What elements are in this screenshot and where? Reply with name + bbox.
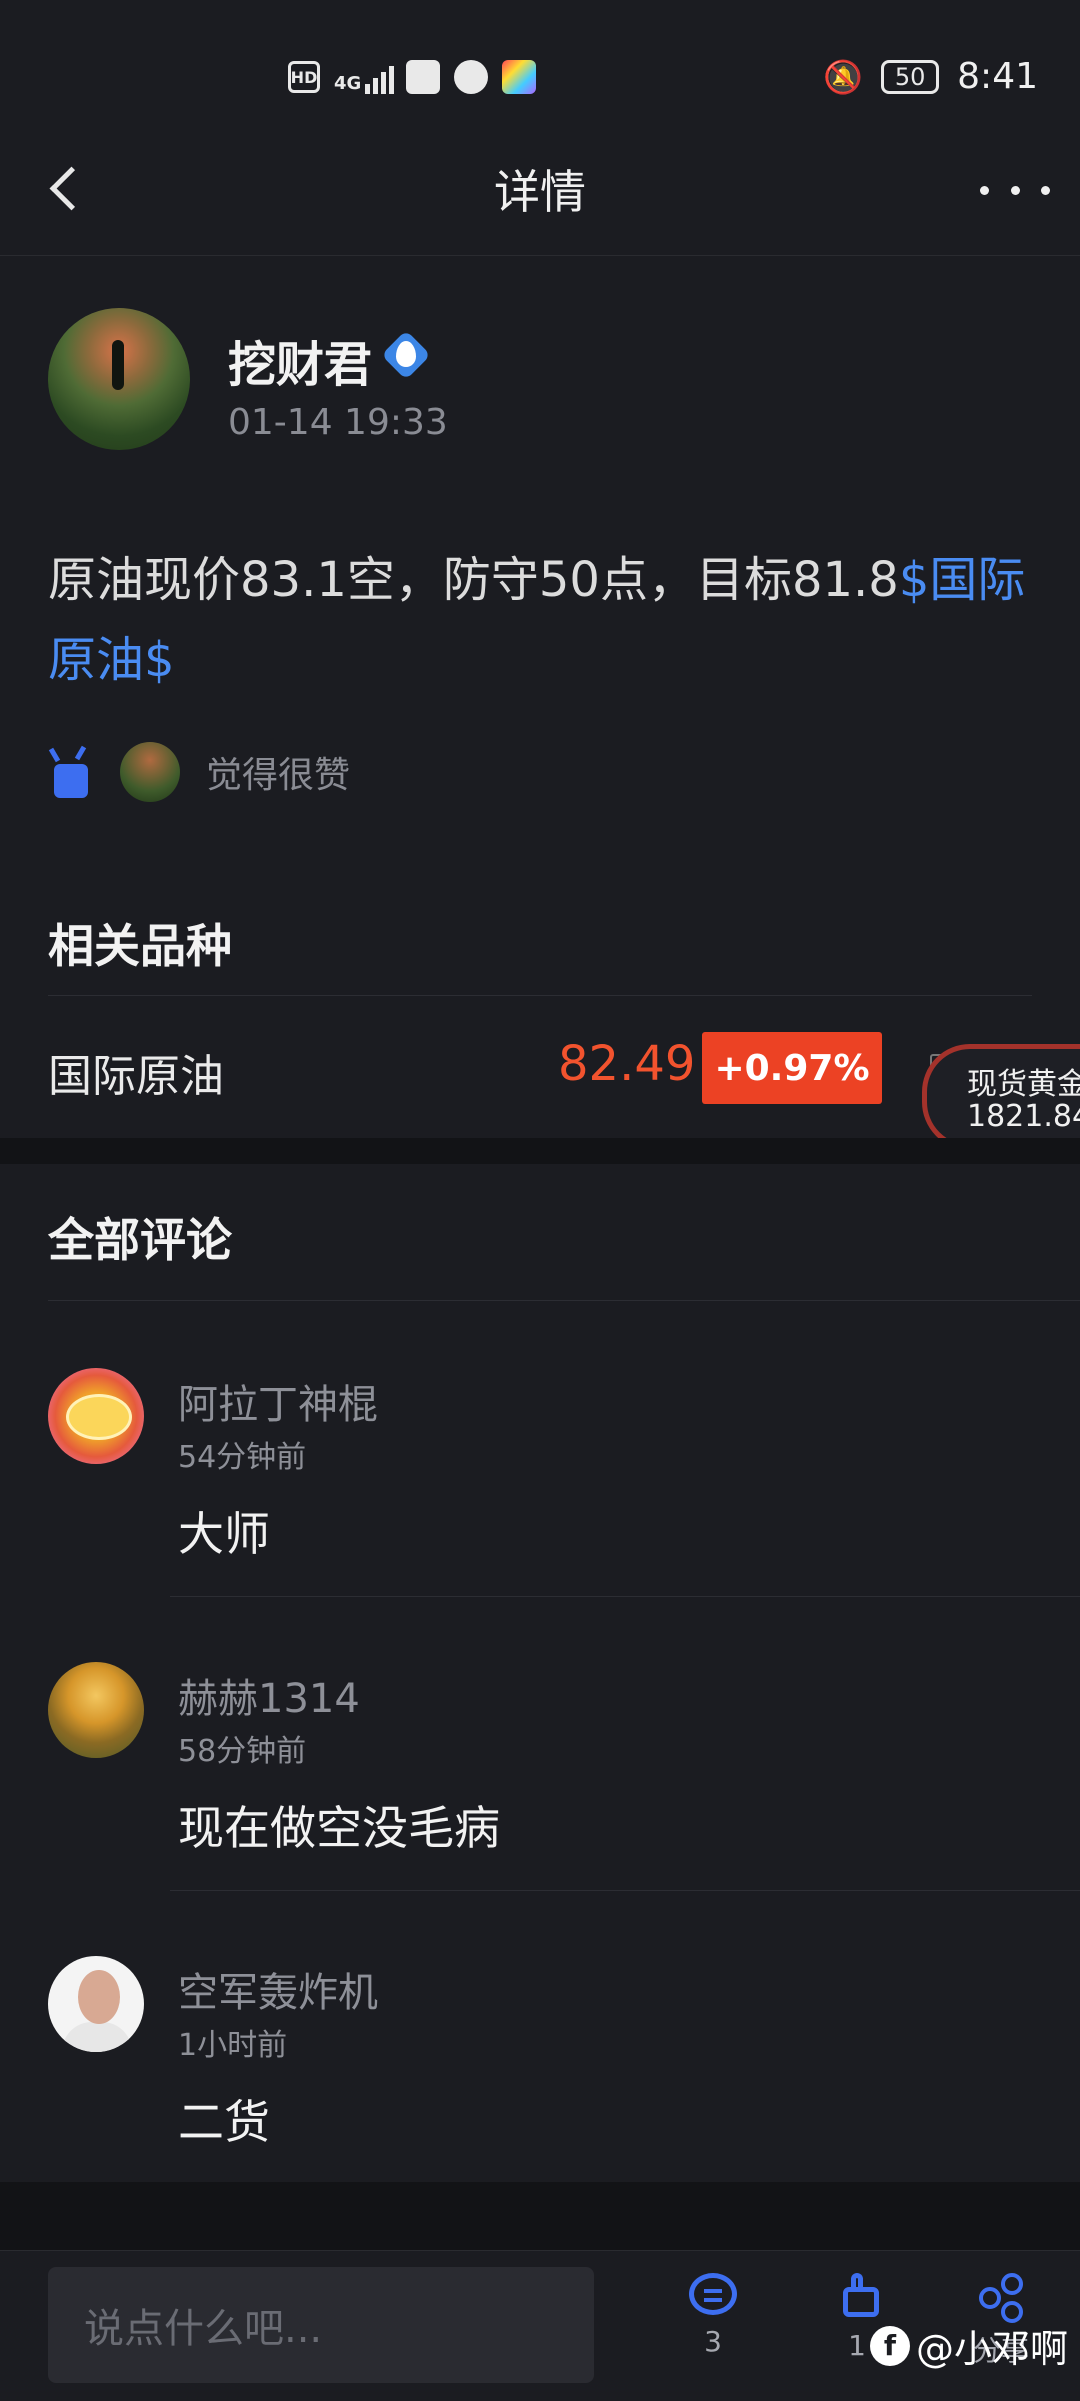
comment-time: 1小时前 bbox=[178, 2028, 288, 2063]
comment-text: 现在做空没毛病 bbox=[178, 1801, 500, 1855]
instrument-name[interactable]: 国际原油 bbox=[48, 1040, 224, 1104]
comments-button[interactable]: 3 bbox=[668, 2273, 758, 2383]
comment-bubble-icon bbox=[689, 2273, 737, 2315]
watermark-logo-icon: f bbox=[869, 2325, 910, 2366]
watermark-text: @小邓啊 bbox=[915, 2327, 1068, 2371]
more-dots-icon bbox=[980, 185, 989, 195]
comments-section-title: 全部评论 bbox=[48, 1213, 232, 1267]
divider bbox=[48, 995, 1032, 996]
likes-row[interactable]: 觉得很赞 bbox=[48, 740, 350, 804]
chart-app-icon bbox=[406, 60, 440, 94]
hd-icon: HD bbox=[288, 61, 320, 93]
watermark: f @小邓啊 bbox=[869, 2318, 1068, 2373]
comment-text: 二货 bbox=[178, 2095, 270, 2149]
likes-label: 觉得很赞 bbox=[206, 755, 351, 796]
app-notification-icon bbox=[502, 60, 536, 94]
divider bbox=[170, 1890, 1080, 1891]
commenter-name[interactable]: 空军轰炸机 bbox=[178, 1960, 378, 2018]
liker-avatar[interactable] bbox=[120, 742, 180, 802]
thumbs-up-icon bbox=[833, 2273, 881, 2319]
mute-bell-icon: 🔕 bbox=[823, 57, 864, 96]
status-bar: HD 4G 🔕 50 8:41 bbox=[0, 0, 1080, 120]
thumbs-up-icon bbox=[48, 744, 94, 800]
related-section-title: 相关品种 bbox=[48, 919, 232, 973]
comment-time: 54分钟前 bbox=[178, 1440, 307, 1475]
post-timestamp: 01-14 19:33 bbox=[228, 402, 448, 443]
author-name[interactable]: 挖财君 bbox=[228, 325, 372, 395]
clock: 8:41 bbox=[957, 56, 1038, 97]
wechat-icon bbox=[454, 60, 488, 94]
back-arrow-icon bbox=[49, 166, 93, 210]
comment-count: 3 bbox=[704, 2325, 722, 2358]
status-icons-right: 🔕 50 8:41 bbox=[823, 56, 1038, 97]
comment-item[interactable]: 赫赫1314 58分钟前 现在做空没毛病 bbox=[0, 1662, 1080, 1956]
post-text: 原油现价83.1空，防守50点，目标81.8 bbox=[48, 552, 899, 608]
commenter-name[interactable]: 阿拉丁神棍 bbox=[178, 1372, 378, 1430]
commenter-avatar[interactable] bbox=[48, 1368, 144, 1464]
comment-time: 58分钟前 bbox=[178, 1734, 307, 1769]
status-icons-left: HD 4G bbox=[288, 60, 536, 94]
divider bbox=[48, 1300, 1080, 1301]
floating-quote-price: 1821.84 bbox=[967, 1099, 1080, 1134]
section-separator bbox=[0, 2182, 1080, 2250]
divider bbox=[170, 1596, 1080, 1597]
more-options-button[interactable] bbox=[980, 170, 1050, 210]
comment-input[interactable]: 说点什么吧... bbox=[48, 2267, 594, 2383]
like-count: 1 bbox=[848, 2329, 866, 2362]
network-type: 4G bbox=[334, 73, 362, 94]
author-avatar[interactable] bbox=[48, 308, 190, 450]
back-button[interactable] bbox=[40, 158, 93, 218]
battery-icon: 50 bbox=[881, 59, 940, 94]
verified-drop-icon bbox=[396, 341, 416, 367]
post-content: 原油现价83.1空，防守50点，目标81.8$国际原油$ bbox=[48, 540, 1038, 700]
signal-icon: 4G bbox=[334, 60, 395, 94]
commenter-avatar[interactable] bbox=[48, 1956, 144, 2052]
commenter-avatar[interactable] bbox=[48, 1662, 144, 1758]
share-icon bbox=[977, 2273, 1025, 2323]
floating-quote-widget[interactable]: 现货黄金 1821.84 bbox=[922, 1044, 1080, 1150]
instrument-change-badge: +0.97% bbox=[702, 1032, 882, 1104]
instrument-price: 82.49 bbox=[558, 1036, 696, 1092]
comment-item[interactable]: 阿拉丁神棍 54分钟前 大师 bbox=[0, 1368, 1080, 1662]
comment-text: 大师 bbox=[178, 1507, 270, 1561]
commenter-name[interactable]: 赫赫1314 bbox=[178, 1666, 360, 1724]
floating-quote-name: 现货黄金 bbox=[967, 1067, 1080, 1102]
top-nav: 详情 bbox=[0, 120, 1080, 256]
page-title: 详情 bbox=[494, 165, 586, 219]
section-separator bbox=[0, 1138, 1080, 1164]
